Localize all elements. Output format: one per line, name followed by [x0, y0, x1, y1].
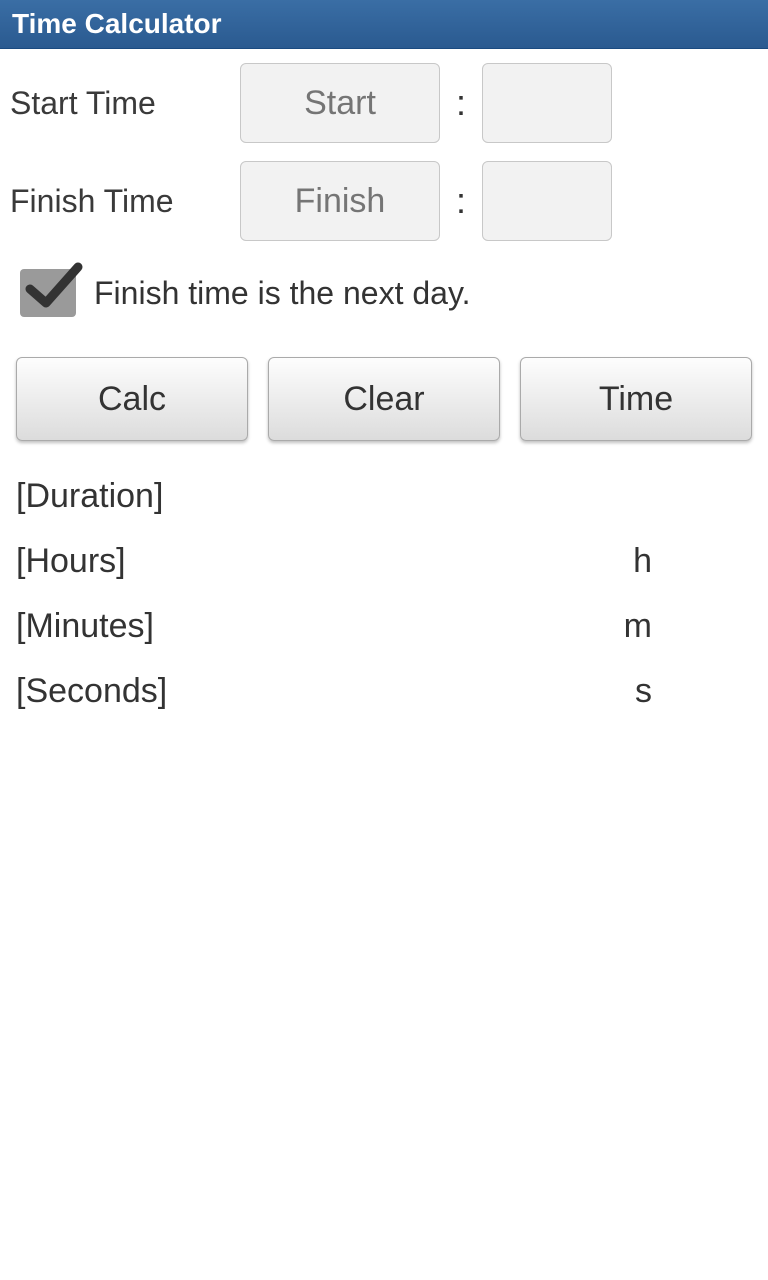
- minutes-row: [Minutes] m: [16, 607, 752, 646]
- check-icon: [24, 257, 84, 317]
- clear-button[interactable]: Clear: [268, 357, 500, 441]
- next-day-row: Finish time is the next day.: [10, 259, 758, 321]
- start-time-row: Start Time :: [10, 63, 758, 143]
- next-day-label: Finish time is the next day.: [94, 275, 470, 312]
- finish-hour-input[interactable]: [240, 161, 440, 241]
- start-minute-input[interactable]: [482, 63, 612, 143]
- colon-separator: :: [456, 180, 466, 222]
- next-day-checkbox[interactable]: [20, 269, 76, 317]
- time-button[interactable]: Time: [520, 357, 752, 441]
- hours-row: [Hours] h: [16, 542, 752, 581]
- app-title: Time Calculator: [12, 8, 222, 39]
- main-content: Start Time : Finish Time : Finish time i…: [0, 49, 768, 1280]
- finish-minute-input[interactable]: [482, 161, 612, 241]
- start-time-label: Start Time: [10, 85, 240, 122]
- seconds-label: [Seconds]: [16, 672, 167, 711]
- calc-button[interactable]: Calc: [16, 357, 248, 441]
- duration-label: [Duration]: [16, 477, 163, 516]
- minutes-unit: m: [624, 607, 752, 646]
- seconds-unit: s: [635, 672, 752, 711]
- title-bar: Time Calculator: [0, 0, 768, 49]
- hours-label: [Hours]: [16, 542, 126, 581]
- duration-row: [Duration]: [16, 477, 752, 516]
- start-hour-input[interactable]: [240, 63, 440, 143]
- hours-unit: h: [633, 542, 752, 581]
- seconds-row: [Seconds] s: [16, 672, 752, 711]
- finish-time-label: Finish Time: [10, 183, 240, 220]
- minutes-label: [Minutes]: [16, 607, 154, 646]
- finish-time-row: Finish Time :: [10, 161, 758, 241]
- colon-separator: :: [456, 82, 466, 124]
- button-row: Calc Clear Time: [10, 357, 758, 441]
- results-section: [Duration] [Hours] h [Minutes] m [Second…: [10, 441, 758, 711]
